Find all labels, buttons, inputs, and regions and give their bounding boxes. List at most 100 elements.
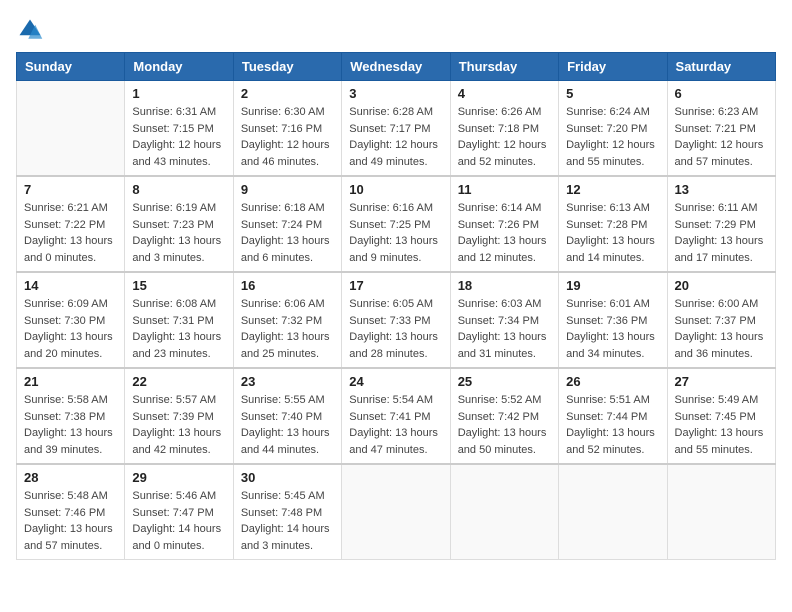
calendar-cell: 12 Sunrise: 6:13 AMSunset: 7:28 PMDayligh… [559,176,667,272]
calendar-cell: 4 Sunrise: 6:26 AMSunset: 7:18 PMDaylight… [450,81,558,177]
calendar-cell: 2 Sunrise: 6:30 AMSunset: 7:16 PMDaylight… [233,81,341,177]
logo [16,16,48,44]
day-info: Sunrise: 6:23 AMSunset: 7:21 PMDaylight:… [675,104,768,170]
week-row-3: 14Sunrise: 6:09 AMSunset: 7:30 PMDayligh… [17,272,776,368]
calendar-cell: 21 Sunrise: 5:58 AMSunset: 7:38 PMDayligh… [17,368,125,464]
calendar-cell: 18Sunrise: 6:03 AMSunset: 7:34 PMDayligh… [450,272,558,368]
calendar-cell [559,464,667,560]
day-info: Sunrise: 5:55 AMSunset: 7:40 PMDaylight:… [241,392,334,458]
calendar-cell: 16Sunrise: 6:06 AMSunset: 7:32 PMDayligh… [233,272,341,368]
day-info: Sunrise: 6:26 AMSunset: 7:18 PMDaylight:… [458,104,551,170]
calendar-cell: 5 Sunrise: 6:24 AMSunset: 7:20 PMDaylight… [559,81,667,177]
day-number: 23 [241,374,334,389]
calendar-cell: 25 Sunrise: 5:52 AMSunset: 7:42 PMDayligh… [450,368,558,464]
day-number: 7 [24,182,117,197]
calendar-cell: 22 Sunrise: 5:57 AMSunset: 7:39 PMDayligh… [125,368,233,464]
week-row-1: 1 Sunrise: 6:31 AMSunset: 7:15 PMDaylight… [17,81,776,177]
calendar-cell: 11 Sunrise: 6:14 AMSunset: 7:26 PMDayligh… [450,176,558,272]
weekday-header-monday: Monday [125,53,233,81]
weekday-header-wednesday: Wednesday [342,53,450,81]
day-number: 8 [132,182,225,197]
day-number: 19 [566,278,659,293]
day-number: 22 [132,374,225,389]
calendar-cell: 30 Sunrise: 5:45 AMSunset: 7:48 PMDayligh… [233,464,341,560]
weekday-header-row: SundayMondayTuesdayWednesdayThursdayFrid… [17,53,776,81]
page-header [16,16,776,44]
calendar-cell: 10 Sunrise: 6:16 AMSunset: 7:25 PMDayligh… [342,176,450,272]
day-info: Sunrise: 5:46 AMSunset: 7:47 PMDaylight:… [132,488,225,554]
calendar-cell: 8Sunrise: 6:19 AMSunset: 7:23 PMDaylight… [125,176,233,272]
day-number: 26 [566,374,659,389]
day-info: Sunrise: 5:48 AMSunset: 7:46 PMDaylight:… [24,488,117,554]
calendar-cell: 6 Sunrise: 6:23 AMSunset: 7:21 PMDaylight… [667,81,775,177]
weekday-header-thursday: Thursday [450,53,558,81]
day-info: Sunrise: 6:11 AMSunset: 7:29 PMDaylight:… [675,200,768,266]
weekday-header-friday: Friday [559,53,667,81]
day-info: Sunrise: 6:08 AMSunset: 7:31 PMDaylight:… [132,296,225,362]
calendar-cell [17,81,125,177]
day-number: 9 [241,182,334,197]
day-number: 11 [458,182,551,197]
day-info: Sunrise: 5:51 AMSunset: 7:44 PMDaylight:… [566,392,659,458]
day-number: 25 [458,374,551,389]
day-info: Sunrise: 6:14 AMSunset: 7:26 PMDaylight:… [458,200,551,266]
day-number: 2 [241,86,334,101]
day-info: Sunrise: 6:30 AMSunset: 7:16 PMDaylight:… [241,104,334,170]
day-info: Sunrise: 6:18 AMSunset: 7:24 PMDaylight:… [241,200,334,266]
day-info: Sunrise: 5:57 AMSunset: 7:39 PMDaylight:… [132,392,225,458]
week-row-5: 28 Sunrise: 5:48 AMSunset: 7:46 PMDayligh… [17,464,776,560]
day-info: Sunrise: 5:58 AMSunset: 7:38 PMDaylight:… [24,392,117,458]
day-number: 29 [132,470,225,485]
day-number: 20 [675,278,768,293]
day-info: Sunrise: 5:49 AMSunset: 7:45 PMDaylight:… [675,392,768,458]
calendar-cell: 27 Sunrise: 5:49 AMSunset: 7:45 PMDayligh… [667,368,775,464]
day-number: 4 [458,86,551,101]
calendar-cell: 3Sunrise: 6:28 AMSunset: 7:17 PMDaylight… [342,81,450,177]
day-info: Sunrise: 6:24 AMSunset: 7:20 PMDaylight:… [566,104,659,170]
week-row-4: 21 Sunrise: 5:58 AMSunset: 7:38 PMDayligh… [17,368,776,464]
calendar-cell: 19 Sunrise: 6:01 AMSunset: 7:36 PMDayligh… [559,272,667,368]
day-number: 10 [349,182,442,197]
calendar-cell: 9 Sunrise: 6:18 AMSunset: 7:24 PMDaylight… [233,176,341,272]
day-info: Sunrise: 6:13 AMSunset: 7:28 PMDaylight:… [566,200,659,266]
day-number: 5 [566,86,659,101]
day-number: 24 [349,374,442,389]
day-info: Sunrise: 6:00 AMSunset: 7:37 PMDaylight:… [675,296,768,362]
day-number: 18 [458,278,551,293]
week-row-2: 7Sunrise: 6:21 AMSunset: 7:22 PMDaylight… [17,176,776,272]
day-number: 27 [675,374,768,389]
calendar-cell: 24 Sunrise: 5:54 AMSunset: 7:41 PMDayligh… [342,368,450,464]
calendar-table: SundayMondayTuesdayWednesdayThursdayFrid… [16,52,776,560]
day-info: Sunrise: 5:45 AMSunset: 7:48 PMDaylight:… [241,488,334,554]
day-number: 12 [566,182,659,197]
calendar-cell: 20 Sunrise: 6:00 AMSunset: 7:37 PMDayligh… [667,272,775,368]
day-number: 17 [349,278,442,293]
weekday-header-saturday: Saturday [667,53,775,81]
day-number: 6 [675,86,768,101]
calendar-cell [450,464,558,560]
logo-icon [16,16,44,44]
day-number: 1 [132,86,225,101]
calendar-cell: 28 Sunrise: 5:48 AMSunset: 7:46 PMDayligh… [17,464,125,560]
day-number: 28 [24,470,117,485]
day-info: Sunrise: 6:05 AMSunset: 7:33 PMDaylight:… [349,296,442,362]
calendar-cell: 1 Sunrise: 6:31 AMSunset: 7:15 PMDaylight… [125,81,233,177]
day-number: 30 [241,470,334,485]
calendar-cell: 17 Sunrise: 6:05 AMSunset: 7:33 PMDayligh… [342,272,450,368]
calendar-cell [342,464,450,560]
day-number: 15 [132,278,225,293]
calendar-cell: 29 Sunrise: 5:46 AMSunset: 7:47 PMDayligh… [125,464,233,560]
day-info: Sunrise: 6:06 AMSunset: 7:32 PMDaylight:… [241,296,334,362]
calendar-cell [667,464,775,560]
day-info: Sunrise: 6:01 AMSunset: 7:36 PMDaylight:… [566,296,659,362]
calendar-cell: 26 Sunrise: 5:51 AMSunset: 7:44 PMDayligh… [559,368,667,464]
day-info: Sunrise: 5:54 AMSunset: 7:41 PMDaylight:… [349,392,442,458]
day-number: 3 [349,86,442,101]
calendar-cell: 23 Sunrise: 5:55 AMSunset: 7:40 PMDayligh… [233,368,341,464]
day-info: Sunrise: 6:31 AMSunset: 7:15 PMDaylight:… [132,104,225,170]
day-info: Sunrise: 6:16 AMSunset: 7:25 PMDaylight:… [349,200,442,266]
calendar-cell: 15 Sunrise: 6:08 AMSunset: 7:31 PMDayligh… [125,272,233,368]
day-info: Sunrise: 6:09 AMSunset: 7:30 PMDaylight:… [24,296,117,362]
day-info: Sunrise: 5:52 AMSunset: 7:42 PMDaylight:… [458,392,551,458]
day-number: 21 [24,374,117,389]
